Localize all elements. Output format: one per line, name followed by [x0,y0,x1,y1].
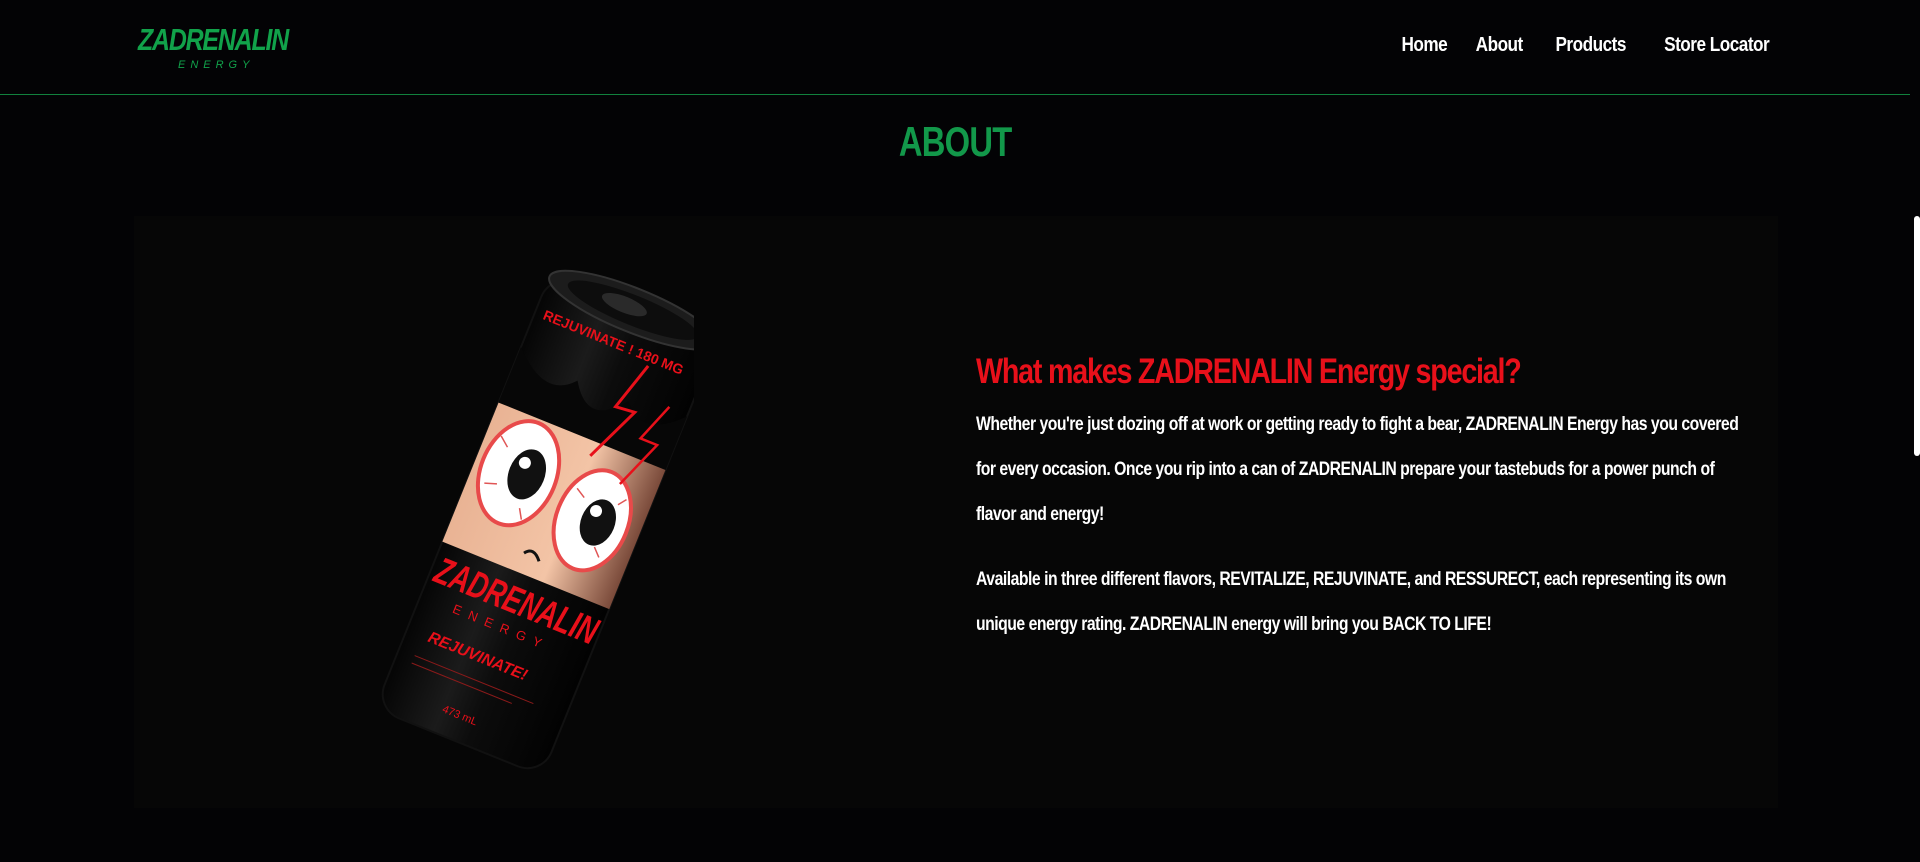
about-text: What makes ZADRENALIN Energy special? Wh… [976,352,1766,667]
nav-home[interactable]: Home [1401,34,1447,57]
site-header: ZADRENALIN ENERGY Home About Products St… [0,0,1910,95]
about-paragraph-1: Whether you're just dozing off at work o… [976,414,1739,525]
nav-about[interactable]: About [1476,34,1524,57]
about-paragraph-2: Available in three different flavors, RE… [976,569,1726,635]
energy-can-image: REJUVINATE ! 180 MG ZADRENALIN ENERGY RE… [381,269,694,770]
nav-products[interactable]: Products [1555,34,1626,57]
main-nav: Home About Products Store Locator [1394,34,1769,57]
section-title: ABOUT [0,118,1910,166]
logo-subtext: ENERGY [178,59,254,71]
scrollbar-thumb[interactable] [1914,216,1920,456]
nav-store-locator[interactable]: Store Locator [1664,34,1770,57]
about-headline: What makes ZADRENALIN Energy special? [976,352,1522,391]
zadrenalin-logo[interactable]: ZADRENALIN ENERGY [136,16,292,72]
about-card: REJUVINATE ! 180 MG ZADRENALIN ENERGY RE… [134,216,1778,808]
logo-wordmark: ZADRENALIN [137,22,289,57]
section-title-text: ABOUT [898,118,1012,165]
